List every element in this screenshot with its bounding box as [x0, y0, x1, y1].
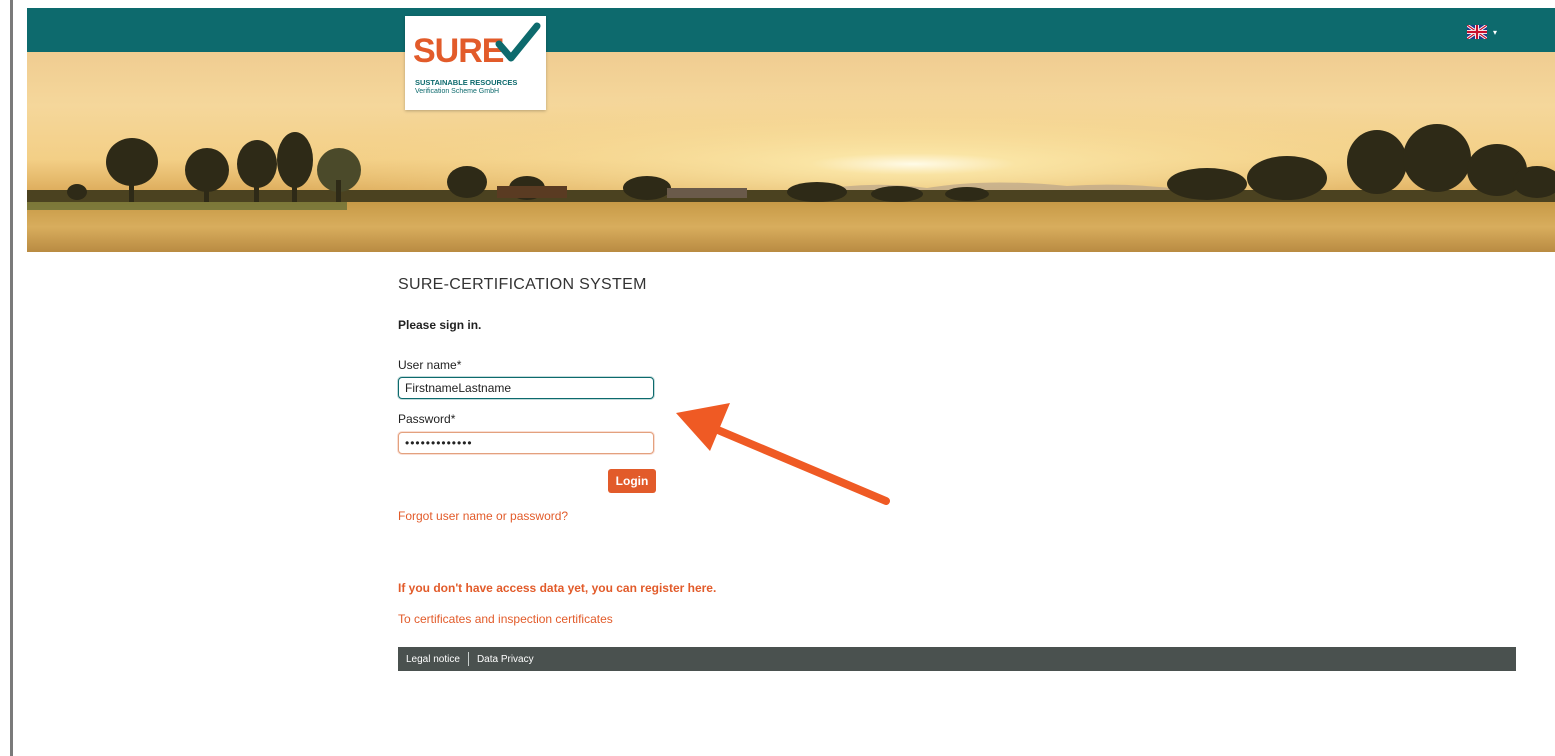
username-label: User name*: [398, 358, 462, 372]
username-input[interactable]: [398, 377, 654, 399]
checkmark-icon: [495, 22, 541, 62]
chevron-down-icon: ▾: [1493, 27, 1498, 37]
uk-flag-icon: [1467, 25, 1487, 39]
logo-subtitle: Verification Scheme GmbH: [415, 88, 500, 95]
data-privacy-link[interactable]: Data Privacy: [469, 654, 542, 665]
top-strip: [13, 0, 1555, 8]
page-title: SURE-CERTIFICATION SYSTEM: [398, 276, 647, 293]
password-label: Password*: [398, 412, 456, 426]
wheat-field-image: [27, 202, 1555, 252]
window-edge: [0, 0, 13, 756]
sure-logo[interactable]: SURE SUSTAINABLE RESOURCES Verification …: [405, 16, 546, 110]
login-button[interactable]: Login: [608, 469, 656, 493]
language-selector[interactable]: ▾: [1467, 24, 1497, 40]
header-banner: SURE SUSTAINABLE RESOURCES Verification …: [27, 8, 1555, 252]
landscape-image: [27, 52, 1555, 212]
header-bar: [27, 8, 1555, 52]
register-link[interactable]: If you don't have access data yet, you c…: [398, 581, 716, 595]
logo-tagline: SUSTAINABLE RESOURCES: [415, 78, 518, 87]
logo-wordmark: SURE: [413, 32, 504, 70]
certificates-link[interactable]: To certificates and inspection certifica…: [398, 612, 613, 626]
annotation-arrow-icon: [676, 403, 890, 505]
sign-in-prompt: Please sign in.: [398, 318, 482, 332]
legal-notice-link[interactable]: Legal notice: [398, 654, 468, 665]
password-input[interactable]: [398, 432, 654, 454]
footer-bar: Legal notice Data Privacy: [398, 647, 1516, 671]
forgot-credentials-link[interactable]: Forgot user name or password?: [398, 509, 568, 523]
